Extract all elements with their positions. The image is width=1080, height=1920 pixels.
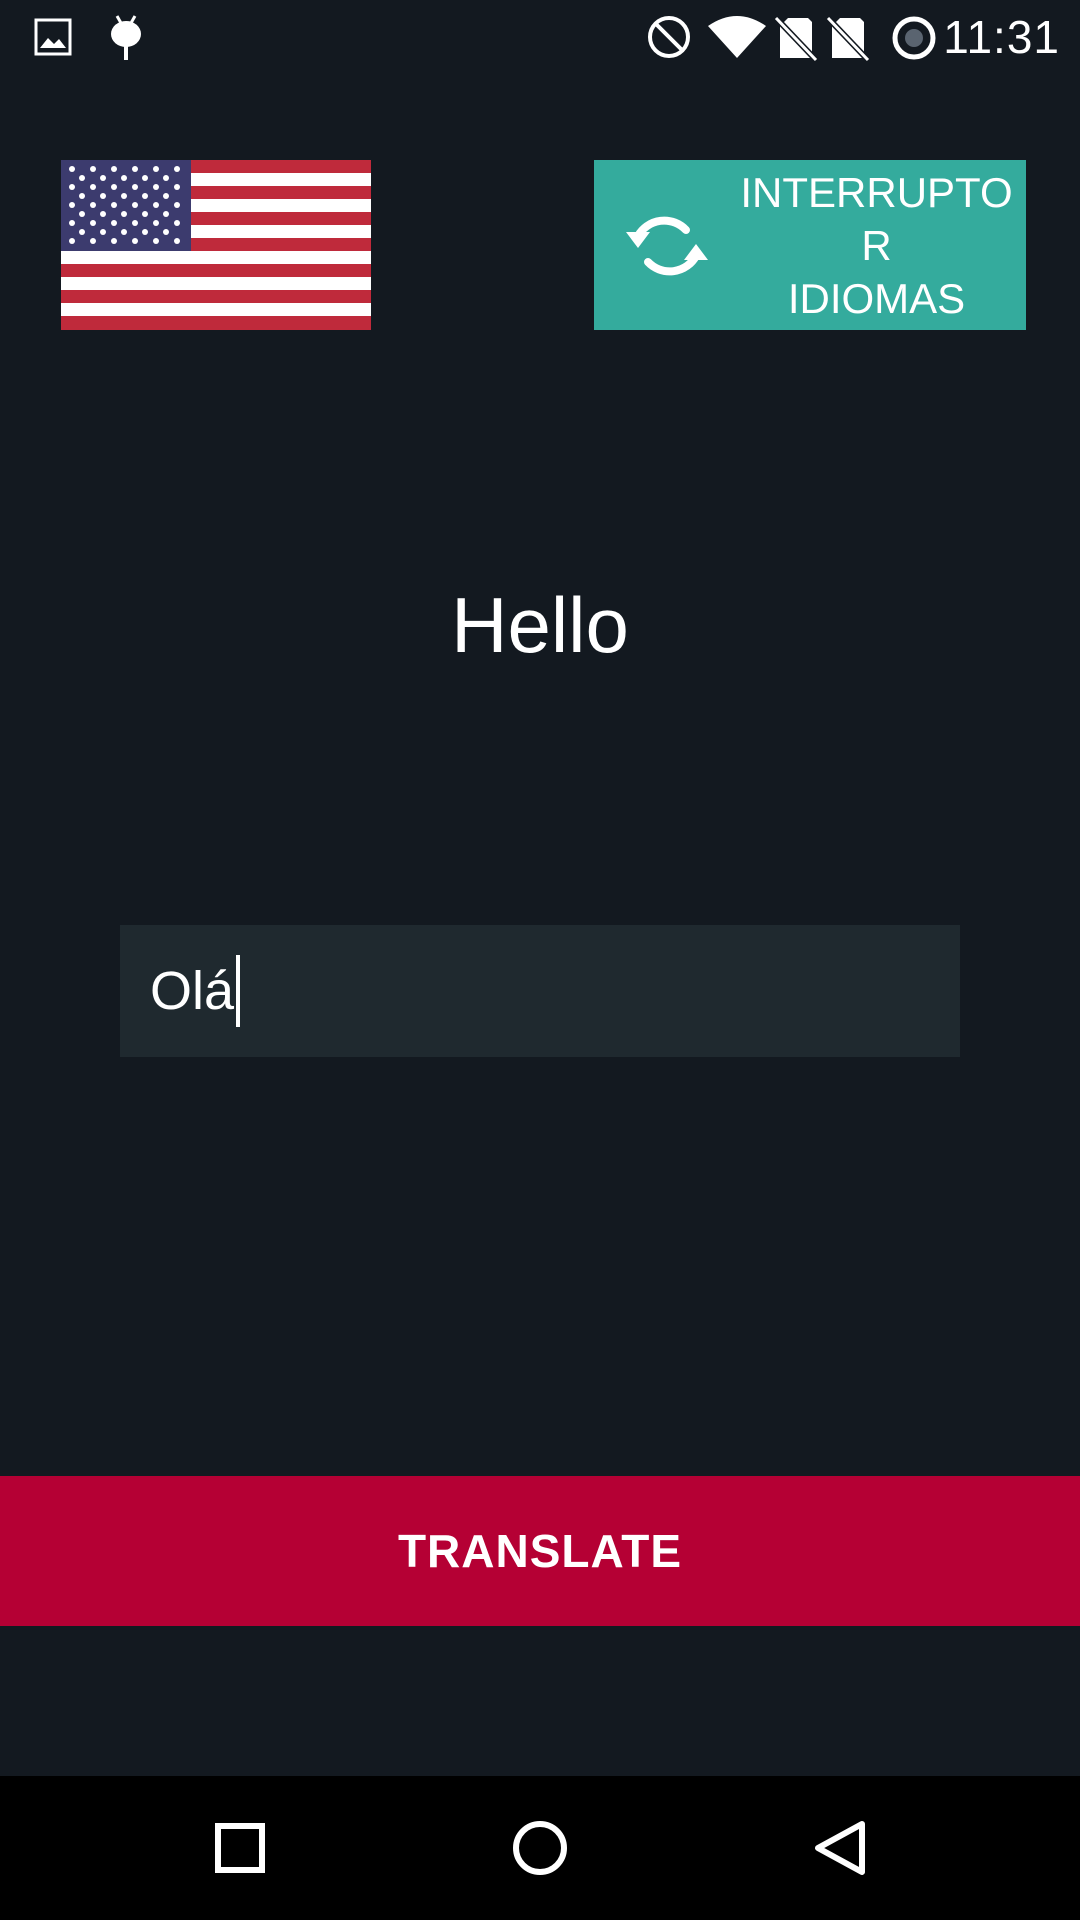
home-icon[interactable]: [500, 1808, 580, 1888]
battery-icon: [892, 16, 936, 60]
text-caret: [236, 955, 241, 1027]
navigation-bar: [0, 1776, 1080, 1920]
us-flag-icon[interactable]: [61, 160, 371, 330]
status-bar: 11:31: [0, 0, 1080, 75]
translation-input-value[interactable]: Olá: [150, 960, 234, 1022]
no-sim-icon: [826, 15, 870, 62]
no-sim-icon: [774, 15, 818, 62]
do-not-disturb-icon: [648, 16, 690, 58]
back-icon[interactable]: [800, 1808, 880, 1888]
source-text: Hello: [451, 581, 629, 669]
translate-button-label: TRANSLATE: [397, 1525, 683, 1577]
status-time: 11:31: [943, 11, 1060, 63]
wifi-icon: [708, 16, 766, 58]
switch-languages-label: INTERRUPTO R IDIOMAS: [740, 169, 1013, 322]
image-icon: [34, 18, 72, 56]
translate-button[interactable]: TRANSLATE: [0, 1476, 1080, 1626]
screen: 11:31 INTERRUPTO R IDIOMAS Hello Olá TRA…: [0, 0, 1080, 1920]
recents-icon[interactable]: [200, 1808, 280, 1888]
switch-languages-button[interactable]: INTERRUPTO R IDIOMAS: [594, 160, 1026, 330]
translation-input[interactable]: Olá: [120, 925, 960, 1057]
android-debug-icon: [111, 15, 141, 60]
swap-icon: [626, 216, 708, 276]
